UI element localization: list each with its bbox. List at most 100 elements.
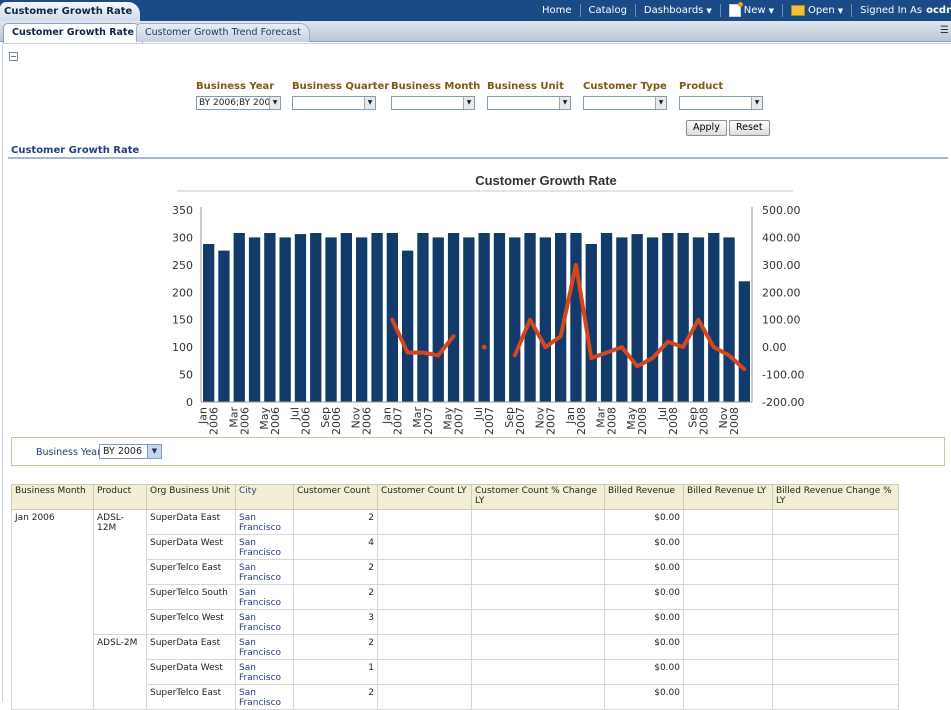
y-axis-tick-label: 200	[172, 286, 193, 299]
global-nav: Home Catalog Dashboards ▼ New ▼ Open ▼ Sign…	[534, 0, 951, 21]
customer-count-cell: 1	[293, 659, 378, 685]
customer-count-change-cell	[471, 684, 605, 710]
business-year-select[interactable]: BY 2006;BY 2007 ▼	[196, 96, 281, 110]
filter-value: BY 2006	[103, 446, 142, 457]
tab-customer-growth-trend-forecast[interactable]: Customer Growth Trend Forecast	[136, 23, 310, 42]
nav-open[interactable]: Open ▼	[783, 5, 851, 16]
business-month-select[interactable]: ▼	[391, 96, 475, 110]
customer-count-cell: 2	[293, 634, 378, 660]
column-header[interactable]: Billed Revenue Change % LY	[772, 484, 899, 510]
signed-in-label: Signed In As	[860, 5, 923, 16]
y2-axis-tick-label: 500.00	[762, 204, 801, 217]
org-unit-cell: SuperTelco South	[146, 584, 236, 610]
prompt-label: Business Year	[196, 81, 275, 92]
column-header[interactable]: Product	[93, 484, 147, 510]
bar	[478, 233, 490, 402]
nav-new-label: New	[743, 5, 766, 16]
city-cell[interactable]: San Francisco	[235, 584, 294, 610]
x-axis-tick-label: May2006	[258, 407, 282, 435]
city-cell[interactable]: San Francisco	[235, 559, 294, 585]
column-header[interactable]: Customer Count LY	[377, 484, 472, 510]
business-unit-select[interactable]: ▼	[487, 96, 571, 110]
city-cell[interactable]: San Francisco	[235, 609, 294, 635]
billed-revenue-ly-cell	[683, 584, 773, 610]
bar	[432, 237, 444, 402]
y2-axis-tick-label: 400.00	[762, 231, 801, 244]
bar	[646, 237, 659, 402]
filter-label: Business Year	[36, 447, 102, 458]
city-cell[interactable]: San Francisco	[235, 509, 294, 535]
bar	[570, 233, 582, 402]
business-year-filter[interactable]: BY 2006 ▼	[99, 444, 162, 459]
column-header[interactable]: Org Business Unit	[146, 484, 236, 510]
y-axis-tick-label: 0	[186, 396, 193, 409]
billed-revenue-ly-cell	[683, 634, 773, 660]
x-axis-tick-label: Jul2007	[472, 407, 496, 435]
customer-count-cell: 3	[293, 609, 378, 635]
prompt-customer-type: Customer Type ▼	[583, 81, 667, 110]
column-header[interactable]: Customer Count	[293, 484, 378, 510]
prompt-label: Customer Type	[583, 81, 667, 92]
nav-home[interactable]: Home	[534, 5, 580, 16]
x-axis-tick-label: Jan2006	[197, 407, 221, 435]
bar	[524, 233, 536, 402]
product-cell: ADSL-2M	[93, 634, 147, 710]
customer-count-cell: 2	[293, 684, 378, 710]
nav-catalog[interactable]: Catalog	[581, 5, 635, 16]
apply-button[interactable]: Apply	[686, 120, 727, 136]
bar	[402, 250, 414, 402]
bar	[723, 237, 735, 402]
business-quarter-select[interactable]: ▼	[292, 96, 376, 110]
dropdown-arrow-icon: ▼	[751, 97, 762, 109]
collapse-icon[interactable]: −	[9, 52, 18, 61]
y2-axis-tick-label: 100.00	[762, 314, 801, 327]
city-cell[interactable]: San Francisco	[235, 634, 294, 660]
billed-revenue-cell: $0.00	[604, 609, 684, 635]
billed-revenue-cell: $0.00	[604, 684, 684, 710]
y2-axis-tick-label: -100.00	[762, 369, 804, 382]
bar	[677, 233, 689, 402]
column-header[interactable]: Customer Count % Change LY	[471, 484, 605, 510]
tab-customer-growth-rate[interactable]: Customer Growth Rate	[3, 23, 143, 43]
bar	[708, 233, 720, 402]
customer-type-select[interactable]: ▼	[583, 96, 667, 110]
nav-dashboards[interactable]: Dashboards ▼	[636, 5, 720, 16]
customer-count-ly-cell	[377, 609, 472, 635]
table-header-row: Business Month Product Org Business Unit…	[11, 484, 899, 510]
column-header[interactable]: Billed Revenue LY	[683, 484, 773, 510]
billed-revenue-change-cell	[772, 584, 899, 610]
city-cell[interactable]: San Francisco	[235, 684, 294, 710]
y-axis-tick-label: 50	[179, 369, 193, 382]
column-header[interactable]: Business Month	[11, 484, 94, 510]
org-unit-cell: SuperData East	[146, 634, 236, 660]
customer-count-change-cell	[471, 659, 605, 685]
bar	[371, 233, 383, 402]
city-cell[interactable]: San Francisco	[235, 534, 294, 560]
page-options-icon[interactable]: ☰	[940, 25, 949, 36]
y-axis-tick-label: 150	[172, 314, 193, 327]
prompt-label: Business Month	[391, 81, 481, 92]
product-select[interactable]: ▼	[679, 96, 763, 110]
nav-new[interactable]: New ▼	[721, 2, 782, 17]
user-menu[interactable]: ocdr	[926, 5, 951, 16]
bar	[662, 233, 674, 402]
bar	[203, 244, 215, 402]
x-axis-tick-label: Nov2008	[717, 407, 741, 435]
line-series	[390, 262, 747, 372]
prompt-product: Product ▼	[679, 81, 763, 110]
customer-count-ly-cell	[377, 684, 472, 710]
column-header[interactable]: Billed Revenue	[604, 484, 684, 510]
dropdown-arrow-icon: ▼	[147, 445, 161, 458]
city-cell[interactable]: San Francisco	[235, 659, 294, 685]
billed-revenue-cell: $0.00	[604, 634, 684, 660]
dropdown-arrow-icon: ▼	[364, 97, 375, 109]
bar	[463, 237, 475, 402]
billed-revenue-ly-cell	[683, 534, 773, 560]
table-row: Jan 2006 ADSL-12M SuperData East San Fra…	[11, 509, 899, 710]
customer-count-change-cell	[471, 509, 605, 535]
billed-revenue-change-cell	[772, 609, 899, 635]
column-header[interactable]: City	[235, 484, 294, 510]
dashboard-tab-bar: Customer Growth Rate Customer Growth Tre…	[0, 21, 951, 43]
prompt-label: Business Quarter	[292, 81, 390, 92]
reset-button[interactable]: Reset	[729, 120, 770, 136]
